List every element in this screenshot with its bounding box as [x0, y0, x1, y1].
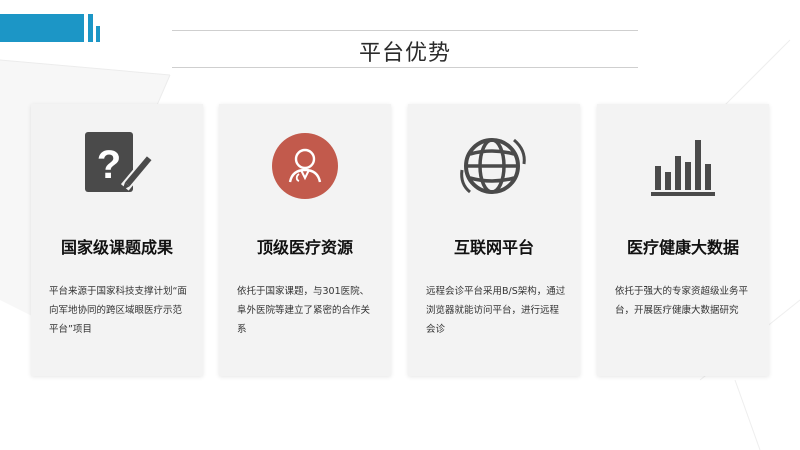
title-rule-bottom [172, 67, 638, 68]
card-description: 依托于强大的专家资超级业务平台，开展医疗健康大数据研究 [615, 286, 749, 316]
globe-icon [460, 138, 526, 194]
card-title: 医疗健康大数据 [626, 238, 739, 257]
card-description: 远程会诊平台采用B/S架构，通过浏览器就能访问平台，进行远程会诊 [426, 286, 566, 335]
advantage-card-medical-resources: 顶级医疗资源 依托于国家课题，与301医院、阜外医院等建立了紧密的合作关系 [219, 104, 391, 376]
card-title: 顶级医疗资源 [256, 238, 353, 257]
advantage-card-internet-platform: 互联网平台 远程会诊平台采用B/S架构，通过浏览器就能访问平台，进行远程会诊 [408, 104, 580, 376]
doctor-icon [272, 133, 338, 199]
svg-text:?: ? [97, 143, 121, 187]
advantage-card-big-data: 医疗健康大数据 依托于强大的专家资超级业务平台，开展医疗健康大数据研究 [597, 104, 769, 376]
card-description: 平台来源于国家科技支撑计划“面向军地协同的跨区域眼医疗示范平台”项目 [49, 286, 187, 335]
advantage-card-national-project: ? 国家级课题成果 平台来源于国家科技支撑计划“面向军地协同的跨区域眼医疗示范平… [31, 104, 203, 376]
card-title: 国家级课题成果 [60, 238, 173, 257]
bar-chart-icon [651, 140, 715, 196]
header-accent-tick [96, 26, 100, 42]
header-accent-tick [88, 14, 93, 42]
page-title: 平台优势 [358, 41, 451, 66]
title-rule-top [172, 30, 638, 31]
header-accent-bar [0, 14, 84, 42]
question-edit-icon: ? [85, 132, 155, 192]
card-title: 互联网平台 [453, 238, 534, 257]
card-description: 依托于国家课题，与301医院、阜外医院等建立了紧密的合作关系 [237, 286, 371, 335]
